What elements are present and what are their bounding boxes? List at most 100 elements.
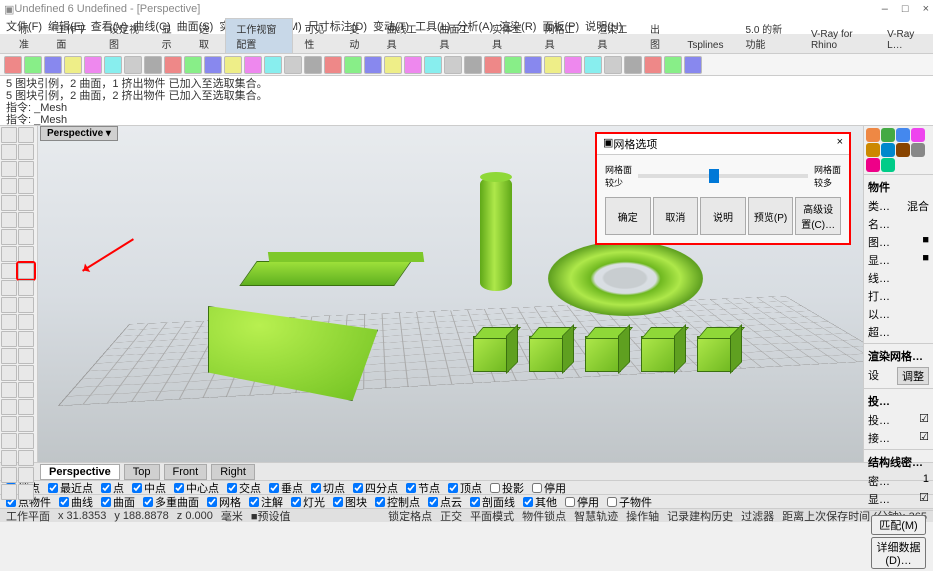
ribbon-tab[interactable]: 出图 — [639, 18, 676, 53]
cube-object[interactable] — [529, 336, 565, 372]
toolbar-icon[interactable] — [284, 56, 302, 74]
ribbon-tab[interactable]: 设定视图 — [98, 18, 151, 53]
toolbar-icon[interactable] — [384, 56, 402, 74]
tool-icon[interactable] — [18, 297, 34, 313]
tool-icon[interactable] — [1, 484, 17, 500]
status-toggle[interactable]: 平面模式 — [470, 508, 514, 524]
toolbar-icon[interactable] — [224, 56, 242, 74]
tool-icon[interactable] — [18, 161, 34, 177]
dialog-button[interactable]: 取消 — [653, 197, 699, 235]
ribbon-tab[interactable]: 标准 — [8, 18, 45, 53]
status-toggle[interactable]: 智慧轨迹 — [574, 508, 618, 524]
tool-icon[interactable] — [1, 467, 17, 483]
dialog-button[interactable]: 高级设置(C)… — [795, 197, 841, 235]
tool-icon[interactable] — [18, 416, 34, 432]
ribbon-tab[interactable]: 选取 — [188, 18, 225, 53]
tool-icon[interactable] — [18, 399, 34, 415]
toolbar-icon[interactable] — [544, 56, 562, 74]
toolbar-icon[interactable] — [4, 56, 22, 74]
toolbar-icon[interactable] — [684, 56, 702, 74]
tool-icon[interactable] — [1, 365, 17, 381]
tool-icon[interactable] — [1, 127, 17, 143]
toolbar-icon[interactable] — [404, 56, 422, 74]
cube-object[interactable] — [697, 336, 733, 372]
tool-icon[interactable] — [18, 433, 34, 449]
adjust-button[interactable]: 调整 — [897, 367, 929, 385]
tool-icon[interactable] — [1, 229, 17, 245]
toolbar-icon[interactable] — [424, 56, 442, 74]
tool-icon[interactable] — [18, 450, 34, 466]
ribbon-tab[interactable]: 工作平面 — [45, 18, 98, 53]
osnap-option[interactable]: 图块 — [333, 494, 367, 510]
tool-icon[interactable] — [1, 144, 17, 160]
tool-icon[interactable] — [1, 331, 17, 347]
tool-icon[interactable] — [1, 399, 17, 415]
osnap-option[interactable]: 灯光 — [291, 494, 325, 510]
close-button[interactable]: × — [923, 3, 929, 15]
toolbar-icon[interactable] — [444, 56, 462, 74]
tool-icon[interactable] — [18, 331, 34, 347]
panel-icon[interactable] — [911, 128, 925, 142]
toolbar-icon[interactable] — [204, 56, 222, 74]
status-toggle[interactable]: 过滤器 — [741, 508, 774, 524]
status-toggle[interactable]: 物件锁点 — [522, 508, 566, 524]
toolbar-icon[interactable] — [364, 56, 382, 74]
toolbar-icon[interactable] — [624, 56, 642, 74]
toolbar-icon[interactable] — [644, 56, 662, 74]
tool-icon[interactable] — [18, 348, 34, 364]
ribbon-tab[interactable]: 曲线工具 — [376, 18, 429, 53]
ribbon-tab[interactable]: 5.0 的新功能 — [734, 18, 799, 53]
osnap-option[interactable]: 多重曲面 — [143, 494, 199, 510]
toolbar-icon[interactable] — [104, 56, 122, 74]
tool-icon[interactable] — [18, 365, 34, 381]
view-tab[interactable]: Front — [164, 464, 208, 480]
tool-icon[interactable] — [18, 246, 34, 262]
ribbon-tab[interactable]: 变动 — [338, 18, 375, 53]
viewport-tab[interactable]: Perspective ▾ — [40, 126, 118, 141]
panel-icon[interactable] — [911, 143, 925, 157]
toolbar-icon[interactable] — [184, 56, 202, 74]
toolbar-icon[interactable] — [44, 56, 62, 74]
tool-icon[interactable] — [18, 484, 34, 500]
toolbar-icon[interactable] — [64, 56, 82, 74]
toolbar-icon[interactable] — [264, 56, 282, 74]
tool-icon[interactable] — [1, 263, 17, 279]
max-button[interactable]: □ — [902, 3, 909, 15]
dialog-close-icon[interactable]: × — [837, 136, 843, 152]
tool-icon[interactable] — [1, 246, 17, 262]
ribbon-tab[interactable]: 工作视窗配置 — [225, 18, 293, 53]
toolbar-icon[interactable] — [24, 56, 42, 74]
cylinder-object[interactable] — [480, 176, 512, 291]
panel-icon[interactable] — [896, 128, 910, 142]
tool-icon[interactable] — [1, 161, 17, 177]
ribbon-tab[interactable]: 曲面工具 — [428, 18, 481, 53]
tool-icon[interactable] — [1, 382, 17, 398]
toolbar-icon[interactable] — [304, 56, 322, 74]
ribbon-tab[interactable]: 渲染工具 — [586, 18, 639, 53]
tool-icon[interactable] — [18, 314, 34, 330]
tool-icon[interactable] — [18, 212, 34, 228]
view-tab[interactable]: Top — [124, 464, 160, 480]
dialog-button[interactable]: 确定 — [605, 197, 651, 235]
dialog-button[interactable]: 说明 — [700, 197, 746, 235]
tool-icon[interactable] — [18, 280, 34, 296]
torus-object[interactable] — [548, 241, 703, 316]
dialog-button[interactable]: 预览(P) — [748, 197, 794, 235]
cube-object[interactable] — [641, 336, 677, 372]
toolbar-icon[interactable] — [484, 56, 502, 74]
panel-icon[interactable] — [881, 158, 895, 172]
mesh-density-slider[interactable] — [638, 174, 808, 178]
panel-icon[interactable] — [881, 128, 895, 142]
toolbar-icon[interactable] — [324, 56, 342, 74]
tool-icon[interactable] — [1, 178, 17, 194]
tool-icon[interactable] — [1, 212, 17, 228]
tool-icon[interactable] — [1, 450, 17, 466]
status-toggle[interactable]: 操作轴 — [626, 508, 659, 524]
ribbon-tab[interactable]: 显示 — [151, 18, 188, 53]
toolbar-icon[interactable] — [664, 56, 682, 74]
tool-icon[interactable] — [1, 433, 17, 449]
tool-icon[interactable] — [1, 297, 17, 313]
details-button[interactable]: 详细数据(D)… — [871, 537, 926, 569]
tool-icon[interactable] — [1, 280, 17, 296]
osnap-option[interactable]: 曲面 — [101, 494, 135, 510]
